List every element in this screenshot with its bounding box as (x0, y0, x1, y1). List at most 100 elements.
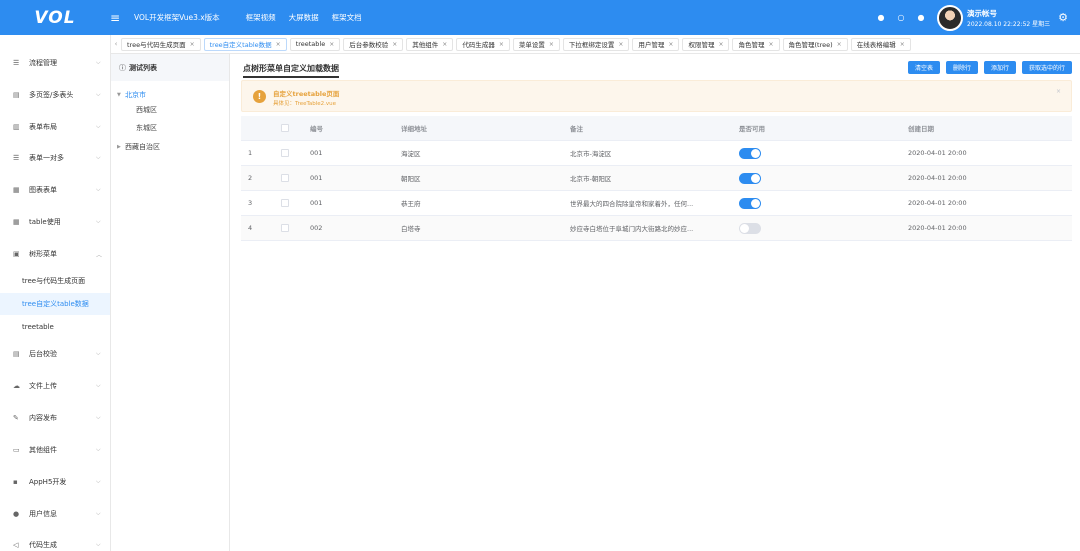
table-header-row: 编号 详细地址 备注 是否可用 创建日期 (241, 116, 1072, 141)
cell-date: 2020-04-01 20:00 (908, 199, 967, 207)
sidebar-item-tree-menu[interactable]: ▣ 树形菜单 ︿ (0, 242, 110, 266)
enabled-toggle[interactable] (739, 172, 761, 184)
chevron-down-icon: ⌵ (96, 414, 101, 421)
column-header-code[interactable]: 编号 (310, 116, 323, 140)
enabled-toggle[interactable] (739, 222, 761, 234)
column-header-date[interactable]: 创建日期 (908, 116, 934, 140)
delete-row-button[interactable]: 删除行 (945, 61, 978, 74)
chevron-down-icon: ⌵ (96, 382, 101, 389)
enabled-toggle[interactable] (739, 147, 761, 159)
tab-role-management-tree[interactable]: 角色管理(tree) × (782, 37, 848, 51)
table-row[interactable]: 3 001 恭王府 世界最大的四合院除皇帝和家着外，任何... 2020-04-… (241, 191, 1072, 216)
header-link-video[interactable]: 框架视频 (246, 12, 276, 23)
enabled-toggle[interactable] (739, 197, 761, 209)
tab-menu-settings[interactable]: 菜单设置 × (512, 37, 560, 51)
bell-icon[interactable]: ● (911, 13, 931, 22)
sidebar-item-one-to-many[interactable]: ☰ 表单一对多 ⌵ (0, 146, 110, 170)
column-header-enabled[interactable]: 是否可用 (739, 116, 765, 140)
close-icon[interactable]: × (668, 41, 673, 48)
row-checkbox[interactable] (281, 199, 289, 207)
chevron-down-icon: ⌵ (96, 510, 101, 517)
tab-tree-custom-table[interactable]: tree自定义table数据 × (203, 37, 287, 51)
sidebar-item-tabs[interactable]: ▤ 多页签/多表头 ⌵ (0, 83, 110, 107)
clear-table-button[interactable]: 清空表 (907, 61, 940, 74)
sidebar-item-apph5[interactable]: ▪ AppH5开发 ⌵ (0, 470, 110, 494)
sidebar-item-user-info[interactable]: ● 用户信息 ⌵ (0, 502, 110, 526)
caret-down-icon[interactable]: ▼ (117, 92, 125, 98)
row-checkbox[interactable] (281, 174, 289, 182)
close-icon[interactable]: × (499, 41, 504, 48)
table-row[interactable]: 4 002 白塔寺 妙应寺白塔位于阜城门内大街路北的妙应... 2020-04-… (241, 216, 1072, 241)
get-selected-rows-button[interactable]: 获取选中的行 (1021, 61, 1072, 74)
tabs-scroll-left-icon[interactable]: ‹ (111, 40, 121, 48)
tab-role-management[interactable]: 角色管理 × (732, 37, 780, 51)
tree-node-tibet[interactable]: ▶ 西藏自治区 (117, 138, 160, 156)
close-icon[interactable]: × (837, 41, 842, 48)
tab-other-components[interactable]: 其他组件 × (406, 37, 454, 51)
user-icon[interactable]: ● (871, 13, 891, 22)
tab-dropdown-binding[interactable]: 下拉框绑定设置 × (562, 37, 630, 51)
tab-online-table-edit[interactable]: 在线表格编辑 × (850, 37, 911, 51)
close-icon[interactable]: × (392, 41, 397, 48)
sidebar-item-flow[interactable]: ☰ 流程管理 ⌵ (0, 51, 110, 75)
column-header-address[interactable]: 详细地址 (401, 116, 427, 140)
sidebar-item-label: 内容发布 (29, 414, 57, 422)
select-all-checkbox[interactable] (281, 124, 289, 132)
sidebar-item-other[interactable]: ▭ 其他组件 ⌵ (0, 438, 110, 462)
tree-node-dongcheng[interactable]: 东城区 (136, 119, 157, 137)
tab-param-validate[interactable]: 后台参数校验 × (343, 37, 404, 51)
sidebar-item-chart-form[interactable]: ▦ 图表表单 ⌵ (0, 178, 110, 202)
sidebar-item-form-layout[interactable]: ▥ 表单布局 ⌵ (0, 115, 110, 139)
tab-label: treetable (295, 40, 326, 48)
sidebar-subitem-tree-custom-table[interactable]: tree自定义table数据 (0, 293, 110, 315)
close-icon[interactable]: × (276, 41, 281, 48)
tab-permission-management[interactable]: 权限管理 × (682, 37, 730, 51)
header-link-bigscreen[interactable]: 大屏数据 (289, 12, 319, 23)
gear-icon[interactable]: ⚙ (1058, 11, 1068, 24)
table-row[interactable]: 1 001 海淀区 北京市-海淀区 2020-04-01 20:00 (241, 141, 1072, 166)
sidebar-item-validate[interactable]: ▤ 后台校验 ⌵ (0, 342, 110, 366)
tab-user-management[interactable]: 用户管理 × (632, 37, 680, 51)
sidebar-item-label: 文件上传 (29, 382, 57, 390)
close-icon[interactable]: × (768, 41, 773, 48)
close-icon[interactable]: × (618, 41, 623, 48)
menu-toggle-icon[interactable]: ≡ (110, 11, 124, 25)
avatar[interactable] (937, 4, 963, 31)
app-title: VOL开发框架Vue3.x版本 (134, 13, 220, 22)
tabs-bar: ‹ tree与代码生成页面 × tree自定义table数据 × treetable… (111, 35, 1080, 54)
sidebar-item-code-gen[interactable]: ◁ 代码生成 ⌵ (0, 533, 110, 551)
tab-tree-codegen[interactable]: tree与代码生成页面 × (121, 37, 201, 51)
close-icon[interactable]: × (718, 41, 723, 48)
row-checkbox[interactable] (281, 149, 289, 157)
close-icon[interactable]: × (1056, 88, 1061, 95)
close-icon[interactable]: × (329, 41, 334, 48)
flow-icon: ☰ (13, 59, 20, 67)
tab-treetable[interactable]: treetable × (289, 37, 341, 51)
add-row-button[interactable]: 添加行 (983, 61, 1016, 74)
sidebar-subitem-tree-codegen[interactable]: tree与代码生成页面 (0, 270, 110, 292)
power-icon[interactable]: ○ (891, 13, 911, 22)
sidebar-item-label: 多页签/多表头 (29, 91, 74, 99)
app-logo[interactable]: VOL (0, 0, 110, 35)
row-checkbox[interactable] (281, 224, 289, 232)
header-link-docs[interactable]: 框架文档 (332, 12, 362, 23)
sidebar-item-publish[interactable]: ✎ 内容发布 ⌵ (0, 406, 110, 430)
column-header-note[interactable]: 备注 (570, 116, 583, 140)
tree-node-xicheng[interactable]: 西城区 (136, 101, 157, 119)
table-row[interactable]: 2 001 朝阳区 北京市-朝阳区 2020-04-01 20:00 (241, 166, 1072, 191)
cell-address: 朝阳区 (401, 175, 421, 183)
cell-date: 2020-04-01 20:00 (908, 149, 967, 157)
tab-code-generator[interactable]: 代码生成器 × (456, 37, 510, 51)
tree-node-label: 西藏自治区 (125, 143, 160, 151)
chevron-down-icon: ⌵ (96, 541, 101, 548)
chevron-down-icon: ⌵ (96, 59, 101, 66)
sidebar-subitem-treetable[interactable]: treetable (0, 316, 110, 338)
close-icon[interactable]: × (190, 41, 195, 48)
close-icon[interactable]: × (549, 41, 554, 48)
chevron-down-icon: ⌵ (96, 350, 101, 357)
caret-right-icon[interactable]: ▶ (117, 144, 125, 150)
close-icon[interactable]: × (900, 41, 905, 48)
sidebar-item-upload[interactable]: ☁ 文件上传 ⌵ (0, 374, 110, 398)
sidebar-item-table[interactable]: ▦ table使用 ⌵ (0, 210, 110, 234)
close-icon[interactable]: × (442, 41, 447, 48)
